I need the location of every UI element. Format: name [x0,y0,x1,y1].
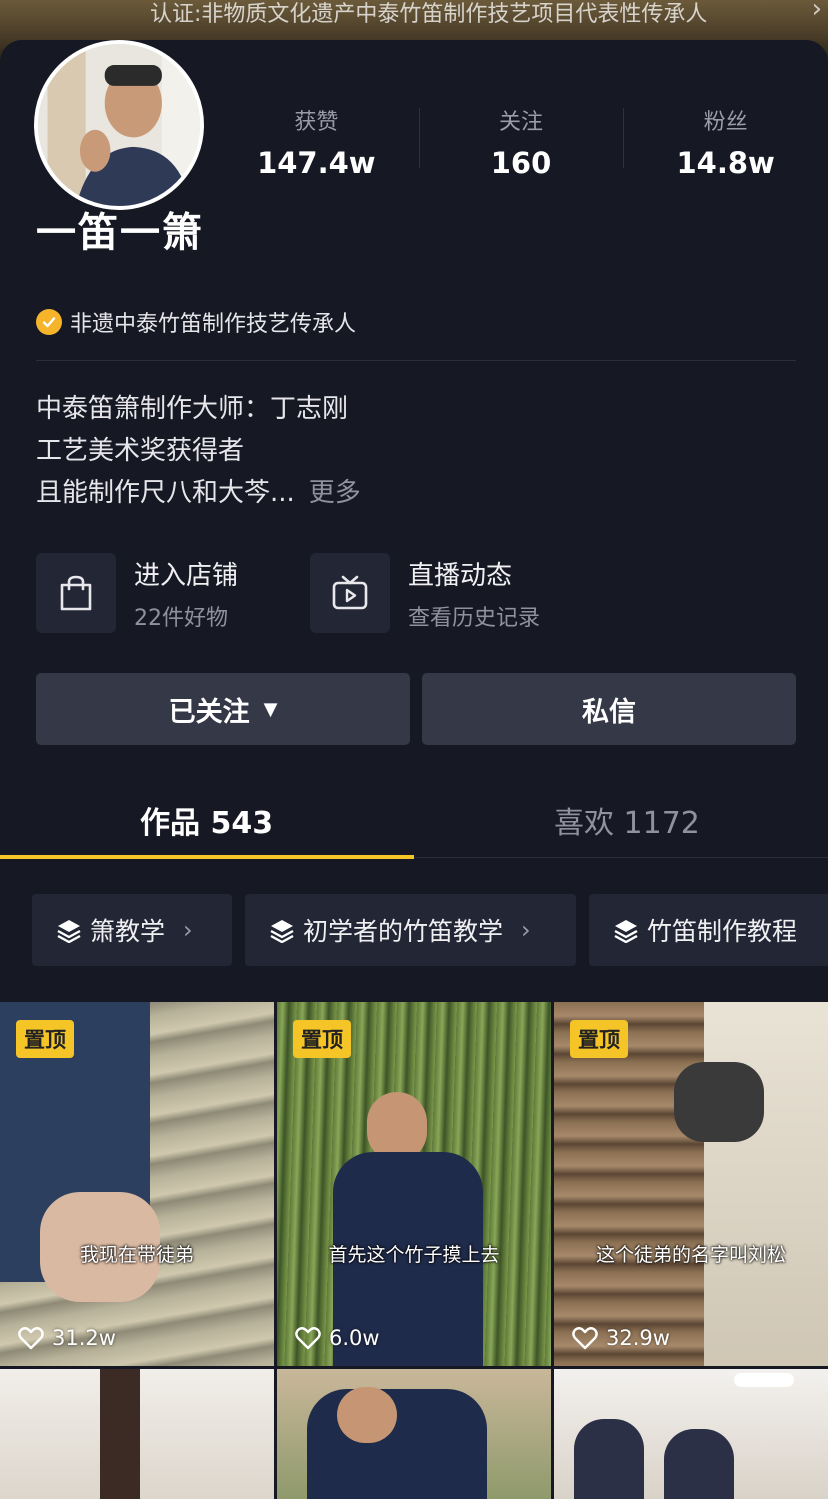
message-button[interactable]: 私信 [422,673,796,745]
verification-text: 非遗中泰竹笛制作技艺传承人 [70,312,357,337]
verification-badge: 非遗中泰竹笛制作技艺传承人 [36,306,356,338]
video-thumbnail[interactable] [277,1369,551,1499]
layers-icon [613,917,639,943]
heart-icon [295,1327,321,1350]
shop-entry[interactable]: 进入店铺 22件好物 [36,552,238,634]
profile-entries: 进入店铺 22件好物 直播动态 查看历史记录 [36,552,796,634]
video-likes: 31.2w [18,1326,116,1350]
caret-down-icon: ▼ [263,698,278,720]
collection-label: 初学者的竹笛教学 [303,917,504,946]
active-tab-indicator [0,855,414,859]
pinned-badge: 置顶 [16,1020,74,1058]
stat-value: 160 [490,146,552,180]
pinned-badge: 置顶 [570,1020,628,1058]
bio-line: 工艺美术奖获得者 [36,436,245,466]
stat-label: 粉丝 [703,110,748,135]
video-likes: 32.9w [572,1326,670,1350]
bio-line: 且能制作尺八和大芩... [36,478,295,508]
follow-button-label: 已关注 [168,696,250,728]
video-likes: 6.0w [295,1326,380,1350]
video-thumbnail[interactable] [0,1369,274,1499]
stat-label: 关注 [499,110,544,135]
video-thumbnail[interactable]: 置顶 首先这个竹子摸上去 6.0w [277,1002,551,1366]
stat-label: 获赞 [294,110,339,135]
stat-followers[interactable]: 粉丝 14.8w [623,102,828,182]
collection-chip[interactable]: 竹笛制作教程 [589,894,828,966]
heart-icon [18,1327,44,1350]
thumbnail-image [0,1369,274,1499]
stat-value: 14.8w [676,146,775,180]
verified-check-icon [36,309,62,335]
live-entry-title: 直播动态 [408,560,513,591]
banner-text: 认证:非物质文化遗产中泰竹笛制作技艺项目代表性传承人 [150,2,708,27]
collection-label: 竹笛制作教程 [647,917,798,946]
avatar[interactable] [34,40,204,210]
stat-likes[interactable]: 获赞 147.4w [214,102,419,182]
video-grid: 置顶 我现在带徒弟 31.2w 置顶 首先这个竹子摸上去 6.0w 置顶 这个徒… [0,1002,828,1499]
pinned-badge: 置顶 [293,1020,351,1058]
profile-stats: 获赞 147.4w 关注 160 粉丝 14.8w [214,102,828,182]
collection-chip[interactable]: 箫教学 › [32,894,232,966]
divider [36,360,796,361]
video-thumbnail[interactable]: 置顶 这个徒弟的名字叫刘松 32.9w [554,1002,828,1366]
likes-count: 6.0w [329,1326,380,1350]
shop-entry-title: 进入店铺 [134,560,239,591]
content-tabs: 作品 543 喜欢 1172 [0,780,828,859]
heart-icon [572,1327,598,1350]
layers-icon [56,917,82,943]
profile-bio[interactable]: 中泰笛箫制作大师：丁志刚 工艺美术奖获得者 且能制作尺八和大芩... 更多 [36,388,361,514]
tab-works[interactable]: 作品 543 [140,798,273,842]
shopping-bag-icon [36,553,116,633]
stat-following[interactable]: 关注 160 [418,102,624,182]
collection-chip[interactable]: 初学者的竹笛教学 › [245,894,576,966]
thumbnail-image [277,1369,551,1499]
likes-count: 32.9w [606,1326,670,1350]
bio-line: 中泰笛箫制作大师：丁志刚 [36,394,349,424]
live-entry[interactable]: 直播动态 查看历史记录 [310,552,540,634]
video-thumbnail[interactable] [554,1369,828,1499]
collection-chips: 箫教学 › 初学者的竹笛教学 › 竹笛制作教程 [0,894,828,966]
collection-label: 箫教学 [90,917,166,946]
tab-likes[interactable]: 喜欢 1172 [554,798,700,842]
chevron-right-icon[interactable]: › [812,0,822,24]
live-entry-subtitle: 查看历史记录 [408,605,541,631]
layers-icon [269,917,295,943]
chevron-right-icon: › [183,916,193,944]
thumbnail-image [554,1369,828,1499]
video-thumbnail[interactable]: 置顶 我现在带徒弟 31.2w [0,1002,274,1366]
chevron-right-icon: › [521,916,531,944]
follow-button[interactable]: 已关注 ▼ [36,673,410,745]
video-caption: 我现在带徒弟 [79,1244,194,1266]
tv-play-icon [310,553,390,633]
video-caption: 首先这个竹子摸上去 [328,1244,500,1266]
shop-entry-subtitle: 22件好物 [134,605,228,631]
message-button-label: 私信 [582,696,636,728]
likes-count: 31.2w [52,1326,116,1350]
bio-more-link[interactable]: 更多 [309,478,361,508]
video-caption: 这个徒弟的名字叫刘松 [595,1244,786,1266]
stat-value: 147.4w [257,146,376,180]
